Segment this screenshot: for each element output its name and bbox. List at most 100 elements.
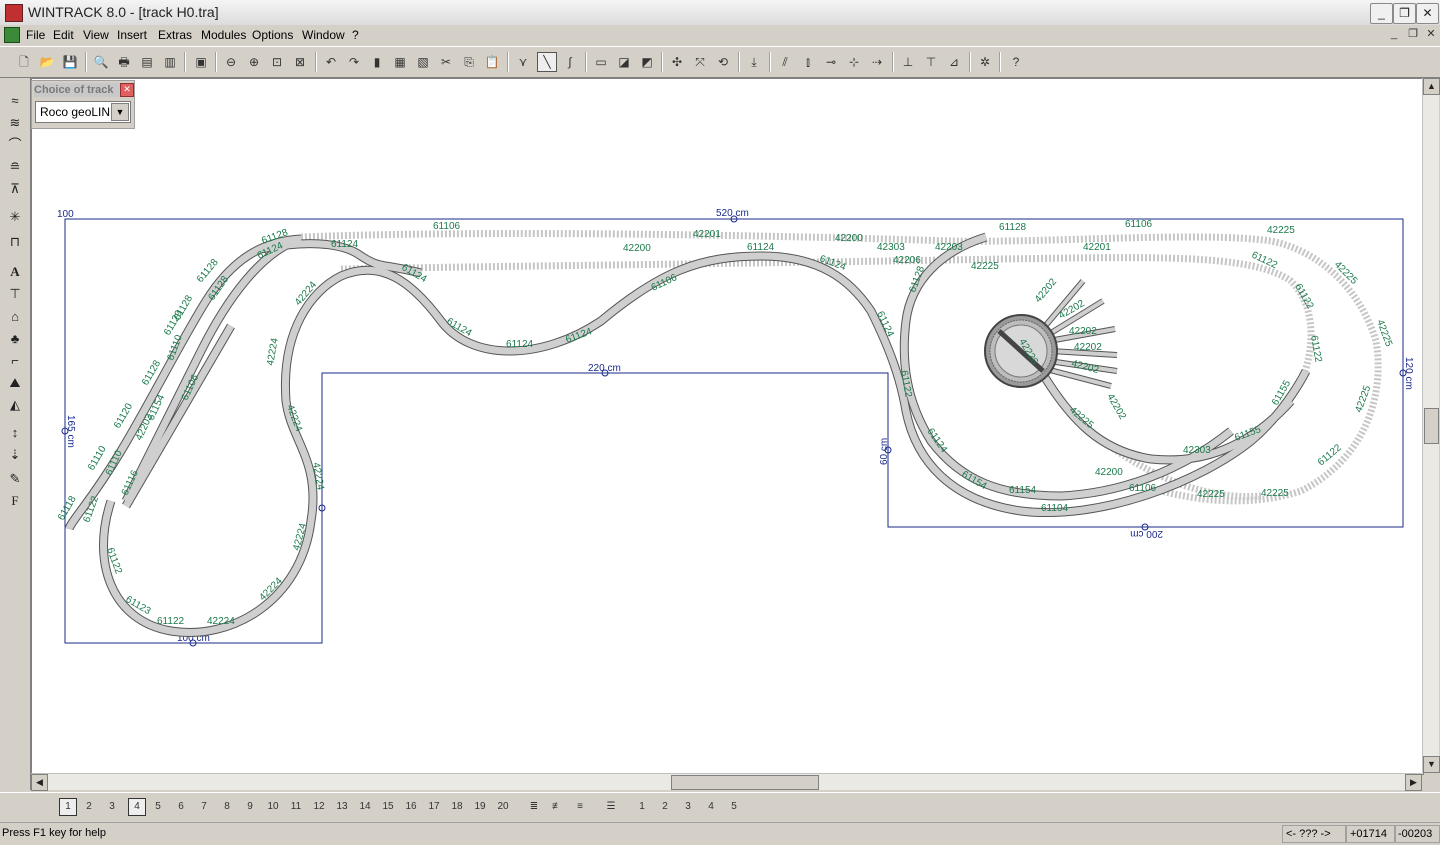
ruler-icon[interactable]: ▭	[592, 53, 610, 71]
house-icon[interactable]: ⌂	[5, 308, 25, 326]
layer-12-button[interactable]: 12	[311, 799, 327, 815]
rotate-180-icon[interactable]: ⟲	[714, 53, 732, 71]
copy-icon[interactable]: ⎘	[460, 53, 478, 71]
view-2-button[interactable]: 2	[657, 799, 673, 815]
layer-4-button[interactable]: 4	[128, 798, 146, 816]
layer-5-button[interactable]: 5	[150, 799, 166, 815]
layers-all-icon[interactable]: ≣	[526, 799, 542, 815]
list-icon[interactable]: ▥	[161, 53, 179, 71]
graph-icon[interactable]: ◭	[5, 396, 25, 414]
pen-icon[interactable]: ✎	[5, 470, 25, 488]
turnout-icon[interactable]: ⋎	[514, 53, 532, 71]
view-1-button[interactable]: 1	[634, 799, 650, 815]
view-3-button[interactable]: 3	[680, 799, 696, 815]
view-4-button[interactable]: 4	[703, 799, 719, 815]
scroll-right-icon[interactable]: ▶	[1405, 774, 1422, 791]
minimize-button[interactable]: _	[1370, 3, 1393, 24]
snap-icon[interactable]: ✲	[976, 53, 994, 71]
zoom-out-icon[interactable]: ⊖	[222, 53, 240, 71]
scroll-up-icon[interactable]: ▲	[1423, 78, 1440, 95]
layer-18-button[interactable]: 18	[449, 799, 465, 815]
layers-hide-icon[interactable]: ≢	[549, 799, 565, 815]
menu-help[interactable]: ?	[350, 27, 361, 43]
curve-track-icon[interactable]: ⌒	[5, 136, 25, 154]
layer-9-button[interactable]: 9	[242, 799, 258, 815]
layer-2-button[interactable]: 2	[81, 799, 97, 815]
help-pointer-icon[interactable]: ?	[1007, 53, 1025, 71]
print-setup-icon[interactable]: ▤	[138, 53, 156, 71]
layer-14-button[interactable]: 14	[357, 799, 373, 815]
height-icon[interactable]: ⇢	[868, 53, 886, 71]
signal-icon[interactable]: ✳	[5, 208, 25, 226]
mdi-minimize-button[interactable]: _	[1387, 27, 1401, 41]
layer-19-button[interactable]: 19	[472, 799, 488, 815]
number-icon[interactable]: ⊤	[5, 285, 25, 303]
undo-icon[interactable]: ↶	[322, 53, 340, 71]
close-button[interactable]: ✕	[1416, 3, 1439, 24]
layout-canvas[interactable]: 520 cm 100 220 cm 100 cm 165 cm 60 cm 20…	[31, 78, 1424, 775]
cut-icon[interactable]: ✂	[437, 53, 455, 71]
layer-6-button[interactable]: 6	[173, 799, 189, 815]
layer-11-button[interactable]: 11	[288, 799, 304, 815]
layer-16-button[interactable]: 16	[403, 799, 419, 815]
layer-up-icon[interactable]: ◪	[615, 53, 633, 71]
flex-track-icon[interactable]: ≈	[5, 92, 25, 110]
flex-track-2-icon[interactable]: ≋	[5, 114, 25, 132]
height-marker-icon[interactable]: ↕	[5, 424, 25, 442]
layer-15-button[interactable]: 15	[380, 799, 396, 815]
function-icon[interactable]: F	[5, 492, 25, 510]
print-icon[interactable]: 🖶	[115, 53, 133, 71]
zoom-window-icon[interactable]: ⊡	[268, 53, 286, 71]
restore-button[interactable]: ❐	[1393, 3, 1416, 24]
layer-3-button[interactable]: 3	[104, 799, 120, 815]
paste-module-icon[interactable]: ▧	[414, 53, 432, 71]
zoom-all-icon[interactable]: ⊠	[291, 53, 309, 71]
menu-edit[interactable]: Edit	[51, 27, 76, 43]
redo-icon[interactable]: ↷	[345, 53, 363, 71]
track-rise-icon[interactable]: ⫾	[799, 53, 817, 71]
menu-modules[interactable]: Modules	[199, 27, 248, 43]
align2-icon[interactable]: ⊿	[945, 53, 963, 71]
print-preview-icon[interactable]: 🔍	[92, 53, 110, 71]
menu-window[interactable]: Window	[300, 27, 347, 43]
curve-icon[interactable]: ∫	[561, 53, 579, 71]
layer-13-button[interactable]: 13	[334, 799, 350, 815]
align-icon[interactable]: ⊹	[845, 53, 863, 71]
scroll-left-icon[interactable]: ◀	[31, 774, 48, 791]
layer-17-button[interactable]: 17	[426, 799, 442, 815]
landscape-icon[interactable]: ⛰	[5, 374, 25, 392]
straight-icon[interactable]: ╲	[537, 52, 557, 72]
menu-insert[interactable]: Insert	[115, 27, 149, 43]
save-icon[interactable]: 💾	[61, 53, 79, 71]
open-icon[interactable]: 📂	[38, 53, 56, 71]
slope-icon[interactable]: ⇣	[5, 446, 25, 464]
menu-view[interactable]: View	[81, 27, 111, 43]
chevron-down-icon[interactable]: ▼	[111, 103, 129, 121]
tree-icon[interactable]: ♣	[5, 330, 25, 348]
terrain-icon[interactable]: ⌐	[5, 352, 25, 370]
vertical-scrollbar[interactable]: ▲ ▼	[1422, 78, 1440, 773]
mdi-restore-button[interactable]: ❐	[1406, 27, 1420, 41]
zoom-in-icon[interactable]: ⊕	[245, 53, 263, 71]
panel-close-button[interactable]: ✕	[120, 83, 134, 97]
tunnel-icon[interactable]: ⊼	[5, 180, 25, 198]
app-icon[interactable]	[5, 4, 23, 22]
text-icon[interactable]: A	[5, 263, 25, 281]
platform-icon[interactable]: ⊓	[5, 233, 25, 251]
layers-settings-icon[interactable]: ☰	[603, 799, 619, 815]
horizontal-scrollbar[interactable]: ◀ ▶	[31, 773, 1422, 791]
track-system-select[interactable]: Roco geoLINE ▼	[35, 101, 131, 123]
move-icon[interactable]: ⤧	[691, 53, 709, 71]
rotate-icon[interactable]: ✣	[668, 53, 686, 71]
track-plan[interactable]: 520 cm 100 220 cm 100 cm 165 cm 60 cm 20…	[32, 79, 1423, 774]
document-icon[interactable]	[4, 27, 20, 43]
paste-icon[interactable]: 📋	[483, 53, 501, 71]
vertical-scroll-thumb[interactable]	[1424, 408, 1439, 444]
new-icon[interactable]: 🗋	[15, 53, 33, 71]
layer-1-button[interactable]: 1	[59, 798, 77, 816]
layer-8-button[interactable]: 8	[219, 799, 235, 815]
bridge-icon[interactable]: ≘	[5, 158, 25, 176]
layer-10-button[interactable]: 10	[265, 799, 281, 815]
picture-icon[interactable]: ▣	[192, 53, 210, 71]
layer-20-button[interactable]: 20	[495, 799, 511, 815]
